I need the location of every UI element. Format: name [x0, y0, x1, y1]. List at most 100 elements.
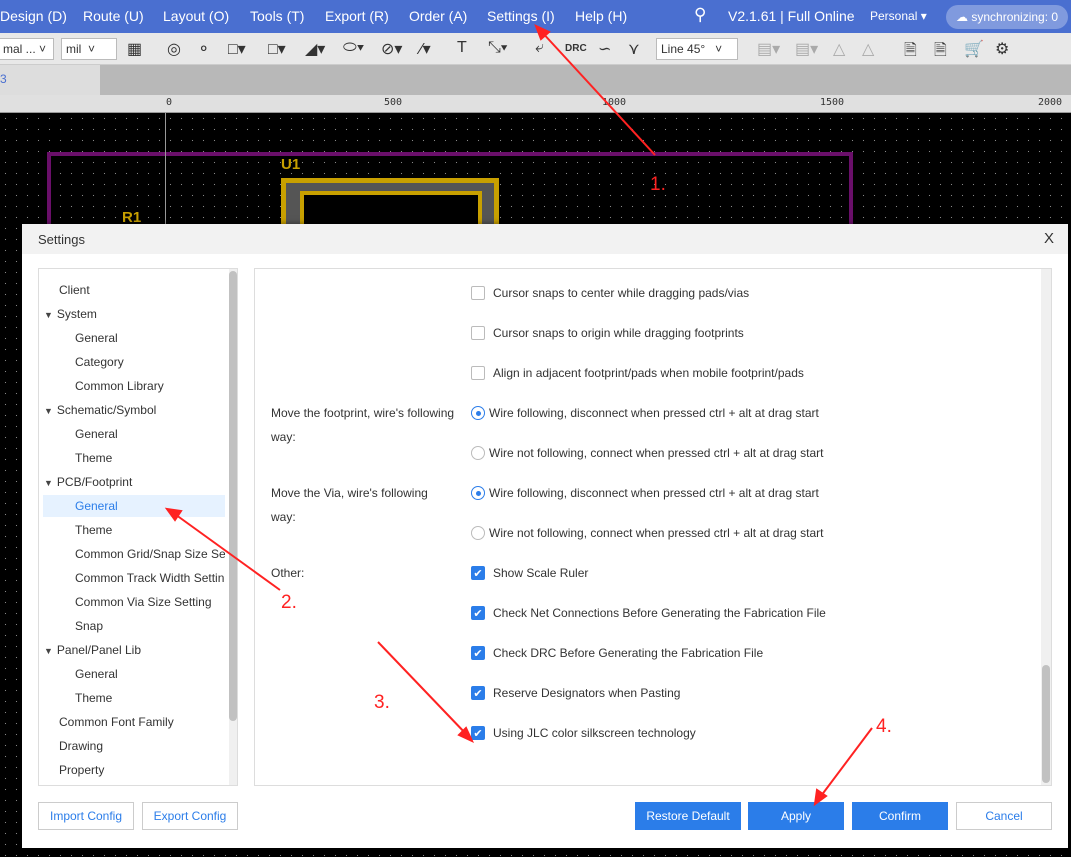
content-scrollbar[interactable] — [1041, 269, 1051, 785]
checkbox-option[interactable]: ✔ Show Scale Ruler — [471, 566, 588, 580]
region-icon[interactable]: □▾ — [268, 39, 286, 59]
menu-route[interactable]: Route (U) — [83, 8, 144, 24]
export-config-button[interactable]: Export Config — [142, 802, 238, 830]
polygon-icon[interactable]: ◢▾ — [305, 39, 325, 59]
caret-down-icon[interactable]: ▼ — [44, 646, 53, 656]
radio-button[interactable] — [471, 486, 485, 500]
tree-item[interactable]: General — [39, 663, 225, 685]
grid-icon[interactable]: ▦ — [127, 39, 142, 59]
tree-item[interactable]: Property — [39, 759, 225, 781]
ellipse-icon[interactable]: ⬭▾ — [343, 39, 364, 57]
checkbox[interactable] — [471, 286, 485, 300]
order-icon[interactable]: 🛒 — [964, 39, 984, 59]
tree-item[interactable]: ▼ Panel/Panel Lib — [39, 639, 225, 661]
account-dropdown[interactable]: Personal ▾ — [870, 9, 927, 23]
radio-button[interactable] — [471, 406, 485, 420]
menu-settings[interactable]: Settings (I) — [487, 8, 555, 24]
checkbox-option[interactable]: ✔ Check Net Connections Before Generating… — [471, 606, 826, 620]
via-icon[interactable]: ⚬ — [197, 39, 210, 59]
document-tab[interactable]: 3 — [0, 65, 100, 95]
menu-layout[interactable]: Layout (O) — [163, 8, 229, 24]
menu-design[interactable]: Design (D) — [0, 8, 67, 24]
checkbox[interactable]: ✔ — [471, 686, 485, 700]
tree-item[interactable]: Drawing — [39, 735, 225, 757]
sync-status[interactable]: ☁ synchronizing: 0 — [946, 5, 1068, 29]
caret-down-icon[interactable]: ▼ — [44, 406, 53, 416]
tree-item[interactable]: Common Via Size Setting — [39, 591, 225, 613]
checkbox-option[interactable]: Align in adjacent footprint/pads when mo… — [471, 366, 804, 380]
routing-mode-select[interactable]: Line 45° ˅ — [656, 38, 738, 60]
no-connect-icon[interactable]: ⊘▾ — [381, 39, 402, 59]
gear-icon[interactable]: ⚙ — [995, 39, 1009, 59]
menu-export[interactable]: Export (R) — [325, 8, 389, 24]
tree-item[interactable]: Theme — [39, 519, 225, 541]
radio-option[interactable]: Wire not following, connect when pressed… — [471, 446, 824, 460]
tree-item[interactable]: General — [39, 327, 225, 349]
tree-item[interactable]: Common Grid/Snap Size Se — [39, 543, 225, 565]
radio-option[interactable]: Wire following, disconnect when pressed … — [471, 486, 819, 500]
tree-item[interactable]: Common Font Family — [39, 711, 225, 733]
restore-default-button[interactable]: Restore Default — [635, 802, 741, 830]
tree-item[interactable]: Common Library — [39, 375, 225, 397]
cancel-button[interactable]: Cancel — [956, 802, 1052, 830]
tree-item[interactable]: ▼ Schematic/Symbol — [39, 399, 225, 421]
menu-order[interactable]: Order (A) — [409, 8, 467, 24]
checkbox-option[interactable]: Cursor snaps to origin while dragging fo… — [471, 326, 744, 340]
checkbox[interactable]: ✔ — [471, 726, 485, 740]
checkbox[interactable]: ✔ — [471, 646, 485, 660]
checkbox[interactable]: ✔ — [471, 606, 485, 620]
caret-down-icon[interactable]: ▼ — [44, 310, 53, 320]
radio-option[interactable]: Wire following, disconnect when pressed … — [471, 406, 819, 420]
checkbox[interactable] — [471, 366, 485, 380]
align-icon[interactable]: ▤▾ — [757, 39, 780, 59]
radio-button[interactable] — [471, 526, 485, 540]
menu-tools[interactable]: Tools (T) — [250, 8, 304, 24]
checkbox-option[interactable]: ✔ Using JLC color silkscreen technology — [471, 726, 696, 740]
distribute-icon[interactable]: ▤▾ — [795, 39, 818, 59]
radio-button[interactable] — [471, 446, 485, 460]
dimension-icon[interactable]: ⤡▾ — [488, 39, 508, 57]
text-icon[interactable]: T — [457, 39, 467, 57]
caret-down-icon[interactable]: ▼ — [44, 478, 53, 488]
tree-item[interactable]: Client — [39, 279, 225, 301]
tree-item-label: Theme — [75, 691, 113, 705]
line-icon[interactable]: ∕▾ — [420, 39, 431, 59]
mirror-icon[interactable]: △ — [833, 39, 845, 59]
tree-item[interactable]: Theme — [39, 447, 225, 469]
tree-item[interactable]: Theme — [39, 687, 225, 709]
radio-option[interactable]: Wire not following, connect when pressed… — [471, 526, 824, 540]
gerber-icon[interactable]: 🗎 — [904, 39, 917, 66]
apply-button[interactable]: Apply — [748, 802, 844, 830]
close-icon[interactable]: X — [1044, 230, 1054, 247]
tree-item-label: Client — [59, 283, 90, 297]
unit-select[interactable]: mil ˅ — [61, 38, 117, 60]
tree-item[interactable]: Category — [39, 351, 225, 373]
checkbox-option[interactable]: Cursor snaps to center while dragging pa… — [471, 286, 749, 300]
tree-item[interactable]: General — [43, 495, 225, 517]
tree-item[interactable]: ▼ PCB/Footprint — [39, 471, 225, 493]
search-icon[interactable]: ⚲ — [694, 5, 706, 25]
flip-icon[interactable]: △ — [862, 39, 874, 59]
fanout-icon[interactable]: ⋎ — [628, 39, 640, 59]
confirm-button[interactable]: Confirm — [852, 802, 948, 830]
tree-item[interactable]: ▼ System — [39, 303, 225, 325]
route-icon[interactable]: ⤶ — [535, 39, 544, 57]
scrollbar-thumb[interactable] — [1042, 665, 1050, 783]
rect-icon[interactable]: □▾ — [228, 39, 246, 59]
tree-item[interactable]: General — [39, 423, 225, 445]
differential-icon[interactable]: ∽ — [598, 39, 611, 59]
layer-select[interactable]: mal ... ˅ — [0, 38, 54, 60]
checkbox-option[interactable]: ✔ Reserve Designators when Pasting — [471, 686, 680, 700]
tree-item[interactable]: Snap — [39, 615, 225, 637]
tree-scrollbar[interactable] — [229, 269, 237, 785]
checkbox-option[interactable]: ✔ Check DRC Before Generating the Fabrica… — [471, 646, 763, 660]
scrollbar-thumb[interactable] — [229, 271, 237, 721]
bom-icon[interactable]: 🗎 — [934, 39, 947, 66]
menu-help[interactable]: Help (H) — [575, 8, 627, 24]
pad-icon[interactable]: ◎ — [167, 39, 181, 59]
drc-button[interactable]: DRC — [565, 43, 587, 54]
checkbox[interactable] — [471, 326, 485, 340]
tree-item[interactable]: Common Track Width Settin — [39, 567, 225, 589]
checkbox[interactable]: ✔ — [471, 566, 485, 580]
import-config-button[interactable]: Import Config — [38, 802, 134, 830]
